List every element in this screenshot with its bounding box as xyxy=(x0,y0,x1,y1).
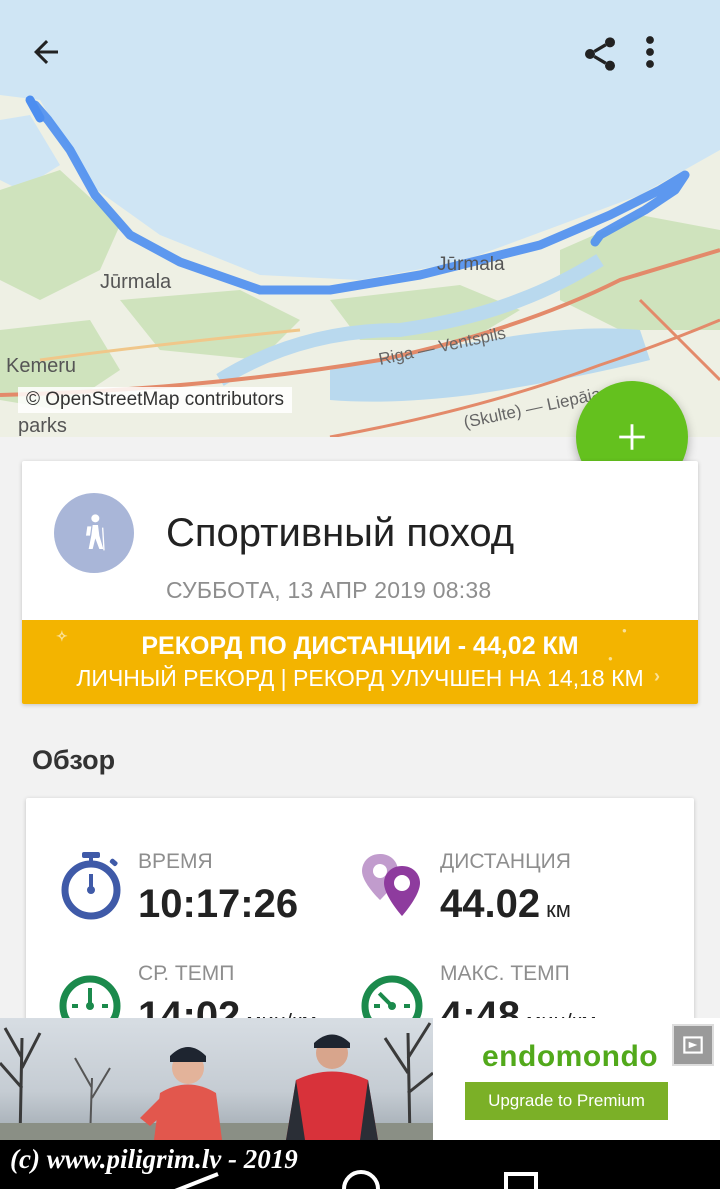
workout-summary-card: Спортивный поход СУББОТА, 13 АПР 2019 08… xyxy=(22,461,698,704)
map-pins-icon xyxy=(362,854,420,916)
plus-icon xyxy=(619,424,645,450)
system-nav-bar: (c) www.piligrim.lv - 2019 xyxy=(0,1140,720,1189)
share-icon xyxy=(585,37,615,71)
workout-date: СУББОТА, 13 АПР 2019 08:38 xyxy=(166,577,492,603)
more-options-button[interactable] xyxy=(644,34,700,90)
map-attribution[interactable]: © OpenStreetMap contributors xyxy=(18,387,292,413)
stat-label: ВРЕМЯ xyxy=(138,850,213,873)
chevron-right-icon: › xyxy=(654,666,660,686)
ad-brand-logo: endomondo xyxy=(482,1040,659,1073)
ad-choices-button[interactable] xyxy=(672,1024,714,1066)
stopwatch-icon xyxy=(61,852,121,920)
more-vert-icon xyxy=(646,36,654,68)
nav-home-icon xyxy=(342,1170,380,1189)
workout-title: Спортивный поход xyxy=(166,511,515,555)
arrow-left-icon xyxy=(34,40,58,64)
ad-image xyxy=(0,1022,433,1140)
map-label-jurmala-west: Jūrmala xyxy=(100,271,172,293)
stat-duration: ВРЕМЯ 10:17:26 xyxy=(58,850,358,930)
ad-banner[interactable]: endomondo Upgrade to Premium xyxy=(0,1018,720,1140)
upgrade-premium-button[interactable]: Upgrade to Premium xyxy=(465,1082,668,1120)
back-button[interactable] xyxy=(28,34,84,90)
stat-value: 10:17:26 xyxy=(138,882,299,926)
map-label-jurmala-east: Jūrmala xyxy=(437,254,505,275)
sparkle-dot-icon: ● xyxy=(608,654,613,663)
stat-label: СР. ТЕМП xyxy=(138,962,235,985)
stat-distance: ДИСТАНЦИЯ 44.02 км xyxy=(360,850,680,930)
sport-avatar xyxy=(54,493,134,573)
record-subtitle: ЛИЧНЫЙ РЕКОРД | РЕКОРД УЛУЧШЕН НА 14,18 … xyxy=(76,665,644,691)
stat-value-number: 44.02 xyxy=(440,882,541,926)
nav-recents-icon xyxy=(504,1172,538,1189)
stat-value: 44.02 км xyxy=(440,882,571,927)
stat-unit: км xyxy=(546,897,571,922)
sparkle-dot-icon: ● xyxy=(622,626,627,635)
route-map[interactable]: Jūrmala Jūrmala Kemeru parks Riga — Vent… xyxy=(0,0,720,437)
hiking-icon xyxy=(86,514,105,551)
personal-record-banner[interactable]: ✧ ● ● › РЕКОРД ПО ДИСТАНЦИИ - 44,02 КМ Л… xyxy=(22,620,698,704)
record-title: РЕКОРД ПО ДИСТАНЦИИ - 44,02 КМ xyxy=(141,632,579,660)
share-button[interactable] xyxy=(580,34,636,90)
nav-back-icon xyxy=(174,1172,219,1189)
watermark: (c) www.piligrim.lv - 2019 xyxy=(10,1144,298,1174)
map-label-parks: parks xyxy=(18,415,67,437)
ad-choices-icon xyxy=(683,1036,703,1054)
overview-heading: Обзор xyxy=(32,745,116,775)
sparkle-icon: ✧ xyxy=(56,628,68,644)
screen: Jūrmala Jūrmala Kemeru parks Riga — Vent… xyxy=(0,0,720,1189)
stat-label: МАКС. ТЕМП xyxy=(440,962,570,985)
stat-label: ДИСТАНЦИЯ xyxy=(440,850,571,873)
ad-photo-runners xyxy=(0,1018,433,1140)
map-label-kemeru: Kemeru xyxy=(6,355,76,377)
